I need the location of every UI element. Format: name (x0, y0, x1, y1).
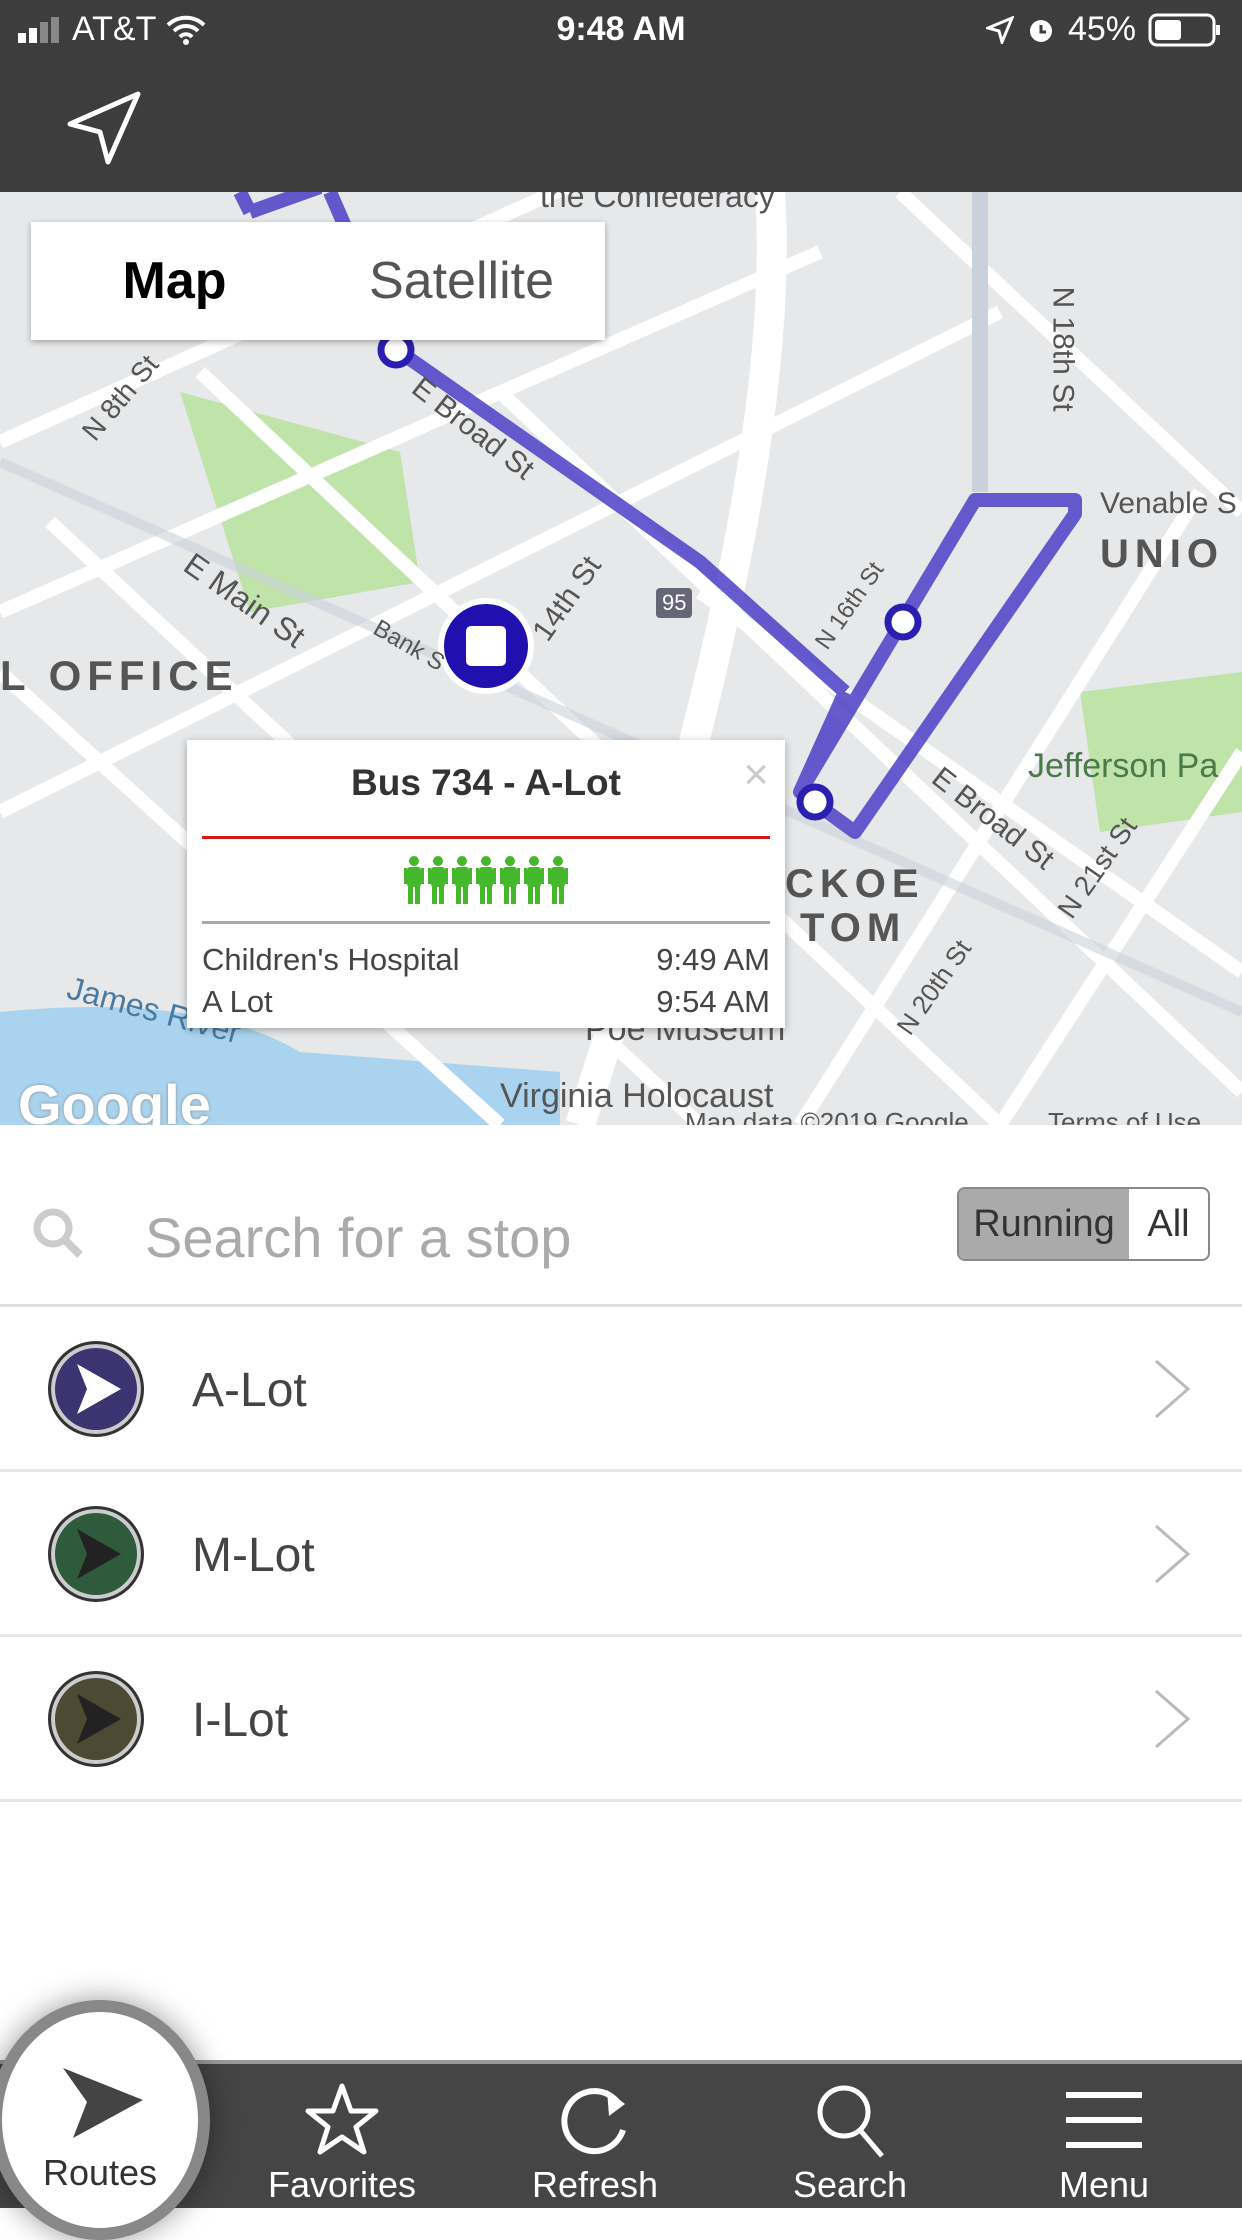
nav-favorites[interactable]: Favorites (262, 2082, 422, 2206)
divider (202, 836, 770, 839)
stop-time: 9:54 AM (656, 984, 770, 1019)
route-icon (48, 1341, 144, 1437)
status-bar: AT&T 9:48 AM 45% (0, 0, 1242, 62)
route-arrow-icon (63, 2068, 143, 2138)
close-icon[interactable]: × (743, 750, 769, 800)
menu-icon (1066, 2092, 1142, 2148)
chevron-right-icon (1155, 1689, 1191, 1749)
chevron-right-icon (1155, 1359, 1191, 1419)
street-label: Venable S (1100, 487, 1237, 520)
nav-search[interactable]: Search (770, 2082, 930, 2206)
filter-all[interactable]: All (1129, 1189, 1208, 1259)
route-list-item[interactable]: I-Lot (0, 1637, 1242, 1802)
filter-running[interactable]: Running (959, 1189, 1129, 1259)
person-icon (476, 856, 496, 904)
person-icon (524, 856, 544, 904)
person-icon (500, 856, 520, 904)
map-type-toggle: Map Satellite (31, 222, 605, 340)
nav-routes[interactable]: Routes (0, 2000, 210, 2240)
stop-name: A Lot (202, 984, 273, 1019)
occupancy-person-icons (187, 856, 785, 917)
route-name: A-Lot (192, 1364, 307, 1417)
interstate-shield: 95 (656, 588, 693, 618)
refresh-icon (561, 2088, 626, 2155)
person-icon (548, 856, 568, 904)
route-name: M-Lot (192, 1529, 315, 1582)
nav-label: Search (792, 2164, 908, 2205)
location-services-icon (985, 15, 1014, 44)
stop-name: Children's Hospital (202, 942, 460, 977)
nav-menu[interactable]: Menu (1024, 2082, 1184, 2206)
route-name: I-Lot (192, 1694, 289, 1747)
district-label: L OFFICE (0, 652, 239, 699)
street-label: N 18th St (1046, 286, 1080, 412)
popup-title: Bus 734 - A-Lot (351, 762, 621, 803)
battery-icon (1148, 13, 1220, 46)
route-list-item[interactable]: M-Lot (0, 1472, 1242, 1637)
map-data-attribution: Map data ©2019 Google (685, 1107, 969, 1125)
star-icon (305, 2083, 379, 2155)
route-icon (48, 1671, 144, 1767)
map-view[interactable]: N 8th St E Main St E Broad St E Broad St… (0, 192, 1242, 1125)
nav-refresh[interactable]: Refresh (515, 2082, 675, 2206)
person-icon (452, 856, 472, 904)
district-label: TOM (800, 906, 907, 950)
google-logo: Google (18, 1073, 211, 1125)
nav-label: Routes (42, 2152, 158, 2193)
district-label: CKOE (785, 862, 925, 906)
battery-percent: 45% (1067, 10, 1136, 48)
running-filter: Running All (957, 1187, 1210, 1261)
chevron-right-icon (1155, 1524, 1191, 1584)
nav-label: Refresh (531, 2164, 659, 2205)
stop-row: A Lot 9:54 AM (202, 984, 770, 1020)
nav-label: Favorites (267, 2164, 417, 2205)
alarm-icon (1029, 19, 1052, 42)
district-label: UNIO (1100, 532, 1224, 576)
search-icon (33, 1208, 83, 1258)
person-icon (428, 856, 448, 904)
person-icon (404, 856, 424, 904)
map-option[interactable]: Map (31, 251, 318, 311)
stop-time: 9:49 AM (656, 942, 770, 977)
park-label: Jefferson Pa (1028, 747, 1219, 785)
bus-info-popup: Bus 734 - A-Lot × Children's Hospital 9:4… (187, 740, 785, 1028)
stop-row: Children's Hospital 9:49 AM (202, 942, 770, 978)
search-icon (817, 2085, 884, 2158)
nav-label: Menu (1058, 2164, 1150, 2205)
search-input[interactable]: Search for a stop (145, 1205, 571, 1270)
poi-label: the Confederacy (540, 192, 775, 214)
route-list-item[interactable]: A-Lot (0, 1307, 1242, 1472)
route-icon (48, 1506, 144, 1602)
terms-link[interactable]: Terms of Use (1048, 1107, 1201, 1125)
satellite-option[interactable]: Satellite (318, 251, 605, 311)
location-arrow-icon[interactable] (64, 90, 144, 170)
divider (202, 921, 770, 924)
app-header (0, 62, 1242, 192)
